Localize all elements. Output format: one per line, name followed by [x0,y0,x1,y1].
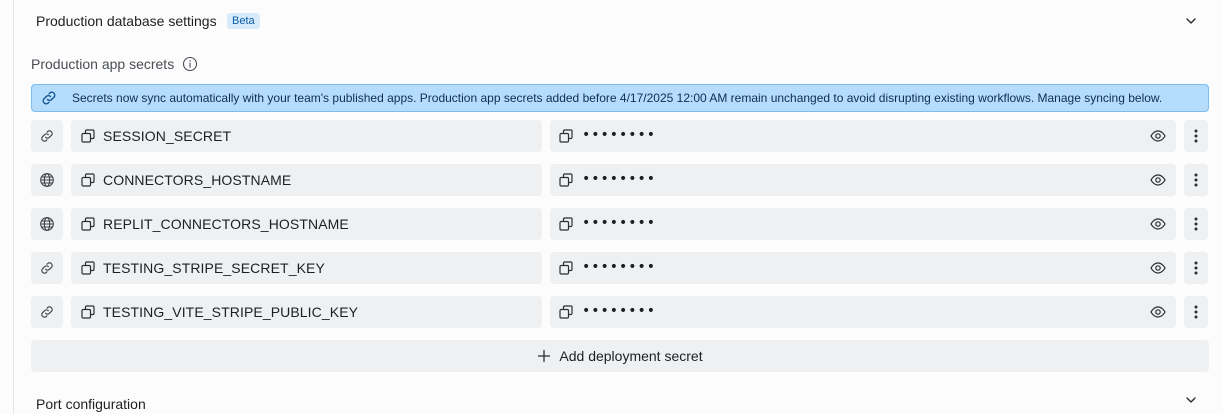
db-settings-header[interactable]: Production database settings Beta [14,0,1223,42]
add-deployment-secret-button[interactable]: Add deployment secret [31,340,1209,372]
secret-key-field[interactable]: REPLIT_CONNECTORS_HOSTNAME [71,208,542,240]
secret-value: •••••••• [582,259,657,275]
link-icon [42,91,56,105]
eye-icon[interactable] [1150,128,1166,144]
secret-value: •••••••• [582,127,657,143]
more-vertical-icon [1194,173,1198,187]
copy-icon[interactable] [559,173,573,187]
secret-key-field[interactable]: TESTING_STRIPE_SECRET_KEY [71,252,542,284]
secret-key-field[interactable]: TESTING_VITE_STRIPE_PUBLIC_KEY [71,296,542,328]
secret-key-field[interactable]: CONNECTORS_HOSTNAME [71,164,542,196]
db-settings-title: Production database settings [36,13,217,29]
more-vertical-icon [1194,129,1198,143]
banner-text: Secrets now sync automatically with your… [72,91,1163,105]
secret-row: SESSION_SECRET •••••••• [31,120,1209,152]
secret-value-field[interactable]: •••••••• [550,120,1176,152]
port-config-header[interactable]: Port configuration [14,388,1223,414]
beta-badge: Beta [227,13,260,29]
secret-value-field[interactable]: •••••••• [550,164,1176,196]
secret-row: REPLIT_CONNECTORS_HOSTNAME •••••••• [31,208,1209,240]
secret-key-field[interactable]: SESSION_SECRET [71,120,542,152]
secret-key: TESTING_STRIPE_SECRET_KEY [103,260,325,276]
secret-value: •••••••• [582,215,657,231]
deployment-settings-panel: Production database settings Beta Produc… [13,0,1223,414]
copy-icon[interactable] [559,261,573,275]
link-icon [41,306,53,318]
secret-row: TESTING_VITE_STRIPE_PUBLIC_KEY •••••••• [31,296,1209,328]
add-deployment-secret-label: Add deployment secret [559,348,703,364]
chevron-down-icon[interactable] [1184,14,1198,28]
more-vertical-icon [1194,305,1198,319]
info-icon[interactable] [182,56,198,72]
eye-icon[interactable] [1150,216,1166,232]
globe-icon [40,173,54,187]
globe-icon [40,217,54,231]
secret-row: CONNECTORS_HOSTNAME •••••••• [31,164,1209,196]
link-type-button[interactable] [31,252,63,284]
secrets-label-row: Production app secrets [31,56,198,72]
port-config-title: Port configuration [36,396,146,412]
chevron-down-icon[interactable] [1184,393,1198,407]
copy-icon[interactable] [559,129,573,143]
sync-info-banner: Secrets now sync automatically with your… [31,84,1209,112]
copy-icon[interactable] [81,305,95,319]
secret-value-field[interactable]: •••••••• [550,252,1176,284]
link-icon [41,262,53,274]
secret-value-field[interactable]: •••••••• [550,296,1176,328]
copy-icon[interactable] [559,305,573,319]
eye-icon[interactable] [1150,260,1166,276]
secret-key: TESTING_VITE_STRIPE_PUBLIC_KEY [103,304,359,320]
more-options-button[interactable] [1184,164,1208,196]
more-options-button[interactable] [1184,296,1208,328]
more-options-button[interactable] [1184,120,1208,152]
more-vertical-icon [1194,217,1198,231]
more-vertical-icon [1194,261,1198,275]
secrets-label: Production app secrets [31,56,175,72]
secret-row: TESTING_STRIPE_SECRET_KEY •••••••• [31,252,1209,284]
eye-icon[interactable] [1150,304,1166,320]
secret-value: •••••••• [582,171,657,187]
link-icon [41,130,53,142]
link-type-button[interactable] [31,120,63,152]
copy-icon[interactable] [81,173,95,187]
secret-value: •••••••• [582,303,657,319]
secret-key: REPLIT_CONNECTORS_HOSTNAME [103,216,349,232]
copy-icon[interactable] [559,217,573,231]
copy-icon[interactable] [81,129,95,143]
secret-key: CONNECTORS_HOSTNAME [103,172,292,188]
copy-icon[interactable] [81,261,95,275]
secret-key: SESSION_SECRET [103,128,232,144]
globe-type-button[interactable] [31,164,63,196]
plus-icon [538,349,551,363]
copy-icon[interactable] [81,217,95,231]
secret-value-field[interactable]: •••••••• [550,208,1176,240]
globe-type-button[interactable] [31,208,63,240]
more-options-button[interactable] [1184,252,1208,284]
eye-icon[interactable] [1150,172,1166,188]
more-options-button[interactable] [1184,208,1208,240]
link-type-button[interactable] [31,296,63,328]
